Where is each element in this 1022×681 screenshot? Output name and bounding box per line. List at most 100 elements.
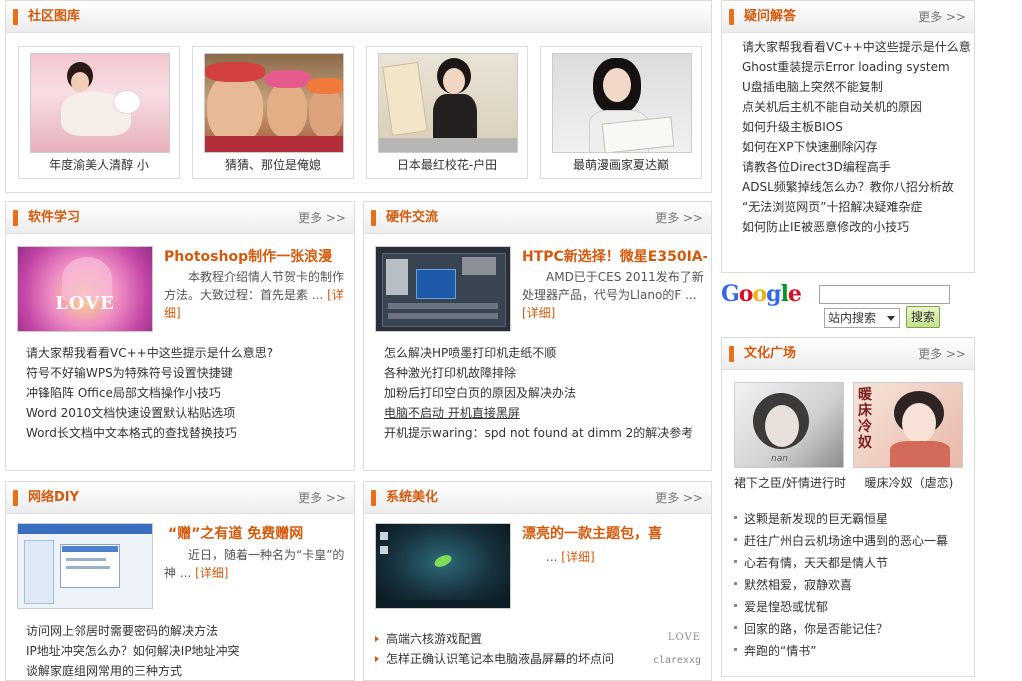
list-item[interactable]: 访问网上邻居时需要密码的解决方法 — [26, 621, 240, 641]
culture-title[interactable]: 文化广场 — [744, 345, 796, 363]
list-item[interactable]: 怎么解决HP喷墨打印机走纸不顺 — [384, 343, 693, 363]
header-accent-bar — [371, 490, 376, 506]
hardware-list: 怎么解决HP喷墨打印机走纸不顺 各种激光打印机故障排除 加粉后打印空白页的原因及… — [384, 343, 693, 443]
ellipsis-text: ... — [311, 288, 324, 302]
gallery-image[interactable] — [30, 53, 170, 153]
list-item[interactable]: U盘插电脑上突然不能复制 — [742, 77, 971, 97]
gallery-item[interactable]: 年度渝美人清醇 小 — [18, 46, 180, 179]
software-feature-title[interactable]: Photoshop制作一张浪漫 — [164, 246, 349, 266]
beautify-more-link[interactable]: 更多 >> — [655, 491, 703, 505]
header-accent-bar — [13, 9, 18, 25]
gallery-item[interactable]: 猜猜、那位是俺媳 — [192, 46, 354, 179]
list-item[interactable]: 回家的路，你是否能记住？ — [732, 618, 948, 640]
hardware-header: 硬件交流 更多 >> — [364, 202, 711, 234]
hardware-more-link[interactable]: 更多 >> — [655, 211, 703, 225]
google-logo-letter: e — [787, 281, 802, 307]
list-item[interactable]: Word 2010文档快速设置默认粘贴选项 — [26, 403, 273, 423]
list-item[interactable]: 这颗是新发现的巨无霸恒星 — [732, 508, 948, 530]
culture-image-caption[interactable]: 裙下之臣/奸情进行时 — [732, 474, 848, 491]
network-header: 网络DIY 更多 >> — [6, 482, 354, 514]
list-item[interactable]: 各种激光打印机故障排除 — [384, 363, 693, 383]
list-item[interactable]: Ghost重装提示Error loading system — [742, 57, 971, 77]
list-item[interactable]: 赶往广州白云机场途中遇到的恶心一幕 — [732, 530, 948, 552]
list-item[interactable]: 请大家帮我看看VC++中这些提示是什么意 — [742, 37, 971, 57]
culture-more-link[interactable]: 更多 >> — [918, 347, 966, 361]
search-button[interactable]: 搜索 — [906, 306, 940, 328]
list-item[interactable]: 电脑不启动 开机直接黑屏 — [384, 403, 693, 423]
culture-image[interactable]: nan — [734, 382, 844, 468]
software-feature-desc: 本教程介绍情人节贺卡的制作方法。大致过程：首先是素 ... [详细] — [164, 268, 349, 324]
search-input[interactable] — [819, 285, 950, 304]
gallery-image[interactable] — [378, 53, 518, 153]
gallery-item[interactable]: 最萌漫画家夏达巅 — [540, 46, 702, 179]
list-item[interactable]: 谈解家庭组网常用的三种方式 — [26, 661, 240, 680]
qa-more-link[interactable]: 更多 >> — [918, 10, 966, 24]
beautify-feature-image[interactable] — [375, 523, 511, 609]
gallery-title[interactable]: 社区图库 — [28, 8, 80, 26]
ellipsis-text: ... — [685, 288, 697, 302]
network-feature-title[interactable]: “赠”之有道 免费赠网 — [164, 523, 349, 543]
software-list: 请大家帮我看看VC++中这些提示是什么意思? 符号不好输WPS为特殊符号设置快捷… — [26, 343, 273, 443]
gallery-caption[interactable]: 最萌漫画家夏达巅 — [541, 156, 701, 173]
network-title[interactable]: 网络DIY — [28, 489, 79, 507]
hardware-detail-link[interactable]: [详细] — [522, 306, 555, 320]
qa-title[interactable]: 疑问解答 — [744, 8, 796, 26]
gallery-header: 社区图库 — [6, 1, 711, 33]
network-desc-text: 近日，随着一种名为“卡皇”的神 — [164, 548, 345, 580]
list-item[interactable]: 默然相爱，寂静欢喜 — [732, 574, 948, 596]
culture-image[interactable]: 暖床冷奴 — [853, 382, 963, 468]
beautify-detail-link[interactable]: [详细] — [561, 550, 594, 564]
list-item[interactable]: 点关机后主机不能自动关机的原因 — [742, 97, 971, 117]
list-item[interactable]: 开机提示waring：spd not found at dimm 2的解决参考 — [384, 423, 693, 443]
list-item[interactable]: 冲锋陷阵 Office局部文档操作小技巧 — [26, 383, 273, 403]
software-feature-image[interactable]: LOVE — [17, 246, 153, 332]
list-item[interactable]: 高端六核游戏配置 — [374, 629, 614, 649]
network-feature-image[interactable] — [17, 523, 153, 609]
hardware-panel: 硬件交流 更多 >> HTPC新选择！微星E350IA- AMD已于CES 20… — [363, 201, 712, 471]
google-logo[interactable]: Google — [721, 281, 802, 307]
header-accent-bar — [729, 346, 734, 362]
list-item[interactable]: Word长文档中文本格式的查找替换技巧 — [26, 423, 273, 443]
list-item[interactable]: 请教各位Direct3D编程高手 — [742, 157, 971, 177]
list-item[interactable]: 怎样正确认识笔记本电脑液晶屏幕的坏点问 — [374, 649, 614, 669]
list-item[interactable]: 如何在XP下快速删除闪存 — [742, 137, 971, 157]
hardware-title[interactable]: 硬件交流 — [386, 209, 438, 227]
hardware-feature-desc: AMD已于CES 2011发布了新处理器产品，代号为Llano的F ... [详… — [522, 268, 707, 324]
culture-image-caption[interactable]: 暖床冷奴（虐恋) — [851, 474, 967, 491]
list-item[interactable]: 符号不好输WPS为特殊符号设置快捷键 — [26, 363, 273, 383]
list-item[interactable]: 奔跑的“情书” — [732, 640, 948, 662]
hardware-feature-title[interactable]: HTPC新选择！微星E350IA- — [522, 246, 707, 266]
gallery-caption[interactable]: 日本最红校花-户田 — [367, 156, 527, 173]
list-item[interactable]: 加粉后打印空白页的原因及解决办法 — [384, 383, 693, 403]
search-scope-select[interactable]: 站内搜索 — [824, 308, 900, 328]
list-item[interactable]: 如何升级主板BIOS — [742, 117, 971, 137]
beautify-feature-desc: ... [详细] — [522, 548, 707, 568]
network-detail-link[interactable]: [详细] — [195, 566, 228, 580]
ellipsis-text: ... — [179, 566, 192, 580]
hardware-feature-image[interactable] — [375, 246, 511, 332]
list-item[interactable]: “无法浏览网页”十招解决疑难杂症 — [742, 197, 971, 217]
list-item[interactable]: ADSL频繁掉线怎么办？教你八招分析故 — [742, 177, 971, 197]
software-panel: 软件学习 更多 >> LOVE Photoshop制作一张浪漫 本教程介绍情人节… — [5, 201, 355, 471]
header-accent-bar — [371, 210, 376, 226]
list-item[interactable]: 爱是惶恐或忧郁 — [732, 596, 948, 618]
gallery-item[interactable]: 日本最红校花-户田 — [366, 46, 528, 179]
culture-panel: 文化广场 更多 >> nan 暖床冷奴 裙下之臣/奸情进行时 暖床冷奴（虐恋) … — [721, 337, 975, 677]
beautify-feature-title[interactable]: 漂亮的一款主题包，喜 — [522, 523, 707, 543]
gallery-caption[interactable]: 年度渝美人清醇 小 — [19, 156, 179, 173]
list-item[interactable]: 请大家帮我看看VC++中这些提示是什么意思? — [26, 343, 273, 363]
list-item[interactable]: IP地址冲突怎么办？如何解决IP地址冲突 — [26, 641, 240, 661]
beautify-header: 系统美化 更多 >> — [364, 482, 711, 514]
list-item[interactable]: 如何防止IE被恶意修改的小技巧 — [742, 217, 971, 237]
software-more-link[interactable]: 更多 >> — [298, 211, 346, 225]
header-accent-bar — [729, 9, 734, 25]
beautify-title[interactable]: 系统美化 — [386, 489, 438, 507]
network-list: 访问网上邻居时需要密码的解决方法 IP地址冲突怎么办？如何解决IP地址冲突 谈解… — [26, 621, 240, 680]
gallery-image[interactable] — [552, 53, 692, 153]
network-more-link[interactable]: 更多 >> — [298, 491, 346, 505]
gallery-image[interactable] — [204, 53, 344, 153]
list-item[interactable]: 心若有情，天天都是情人节 — [732, 552, 948, 574]
software-title[interactable]: 软件学习 — [28, 209, 80, 227]
header-accent-bar — [13, 490, 18, 506]
gallery-caption[interactable]: 猜猜、那位是俺媳 — [193, 156, 353, 173]
